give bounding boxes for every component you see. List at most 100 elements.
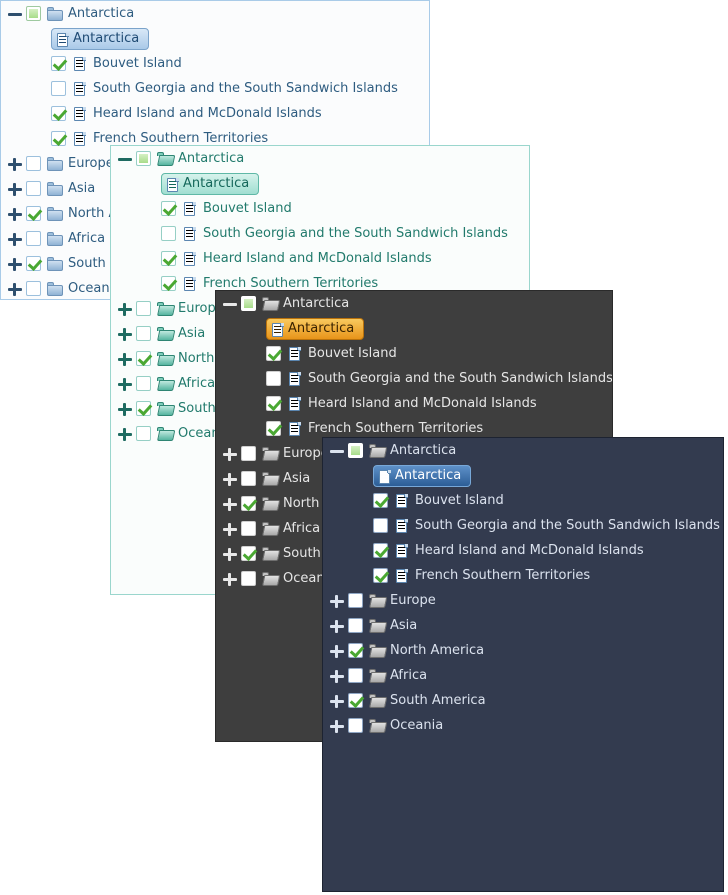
tree-node[interactable]: Bouvet Island	[216, 341, 612, 366]
expand-toggle-icon[interactable]	[329, 593, 345, 609]
checkbox-unchecked[interactable]	[241, 446, 256, 461]
tree-node-label[interactable]: Oceania	[390, 718, 447, 733]
tree-node-label[interactable]: South Georgia and the South Sandwich Isl…	[203, 226, 512, 241]
tree-node[interactable]: Antarctica	[111, 171, 529, 196]
checkbox-unchecked[interactable]	[136, 326, 151, 341]
expand-toggle-icon[interactable]	[117, 326, 133, 342]
expand-toggle-icon[interactable]	[7, 281, 23, 297]
checkbox-unchecked[interactable]	[136, 301, 151, 316]
tree-node-label[interactable]: South Georgia and the South Sandwich Isl…	[93, 81, 402, 96]
tree-node[interactable]: South Georgia and the South Sandwich Isl…	[1, 76, 429, 101]
tree-node[interactable]: Europe	[323, 588, 723, 613]
expand-toggle-icon[interactable]	[117, 376, 133, 392]
checkbox-partial[interactable]	[26, 6, 41, 21]
checkbox-checked[interactable]	[348, 643, 363, 658]
tree-node-label[interactable]: Antarctica	[68, 6, 138, 21]
checkbox-unchecked[interactable]	[136, 376, 151, 391]
tree-node-label[interactable]: Asia	[283, 471, 314, 486]
tree-node-label[interactable]: Africa	[178, 376, 219, 391]
checkbox-unchecked[interactable]	[241, 571, 256, 586]
tree-node[interactable]: South Georgia and the South Sandwich Isl…	[323, 513, 723, 538]
tree-node-label[interactable]: Antarctica	[178, 151, 248, 166]
tree-node[interactable]: Bouvet Island	[111, 196, 529, 221]
checkbox-checked[interactable]	[136, 401, 151, 416]
tree-node-label-selected[interactable]: Antarctica	[161, 172, 260, 195]
tree-node-label[interactable]: Africa	[390, 668, 431, 683]
checkbox-unchecked[interactable]	[26, 156, 41, 171]
tree-node[interactable]: Bouvet Island	[323, 488, 723, 513]
checkbox-unchecked[interactable]	[348, 668, 363, 683]
treeview-panel-dark-navy[interactable]: Antarctica Antarctica Bouvet Island South G…	[322, 437, 724, 892]
tree-node-label[interactable]: Bouvet Island	[93, 56, 186, 71]
expand-toggle-icon[interactable]	[222, 521, 238, 537]
tree-node-label[interactable]: Asia	[68, 181, 99, 196]
tree-node-label[interactable]: Asia	[178, 326, 209, 341]
checkbox-checked[interactable]	[51, 131, 66, 146]
tree-node[interactable]: South America	[323, 688, 723, 713]
expand-toggle-icon[interactable]	[222, 571, 238, 587]
checkbox-checked[interactable]	[51, 106, 66, 121]
checkbox-unchecked[interactable]	[373, 518, 388, 533]
expand-toggle-icon[interactable]	[329, 643, 345, 659]
checkbox-unchecked[interactable]	[26, 231, 41, 246]
checkbox-checked[interactable]	[136, 351, 151, 366]
checkbox-checked[interactable]	[26, 256, 41, 271]
checkbox-checked[interactable]	[161, 201, 176, 216]
tree-node[interactable]: Heard Island and McDonald Islands	[111, 246, 529, 271]
checkbox-unchecked[interactable]	[136, 426, 151, 441]
expand-toggle-icon[interactable]	[7, 256, 23, 272]
tree-node[interactable]: South Georgia and the South Sandwich Isl…	[111, 221, 529, 246]
checkbox-checked[interactable]	[266, 396, 281, 411]
checkbox-unchecked[interactable]	[348, 593, 363, 608]
checkbox-unchecked[interactable]	[241, 471, 256, 486]
tree-node[interactable]: Antarctica	[216, 291, 612, 316]
expand-toggle-icon[interactable]	[329, 668, 345, 684]
tree-node-label[interactable]: Africa	[68, 231, 109, 246]
checkbox-unchecked[interactable]	[26, 181, 41, 196]
expand-toggle-icon[interactable]	[329, 693, 345, 709]
checkbox-unchecked[interactable]	[266, 371, 281, 386]
tree-node-label[interactable]: Africa	[283, 521, 324, 536]
checkbox-unchecked[interactable]	[161, 226, 176, 241]
expand-toggle-icon[interactable]	[329, 718, 345, 734]
expand-toggle-icon[interactable]	[7, 156, 23, 172]
expand-toggle-icon[interactable]	[117, 351, 133, 367]
collapse-toggle-icon[interactable]	[117, 151, 133, 167]
tree-node[interactable]: Africa	[323, 663, 723, 688]
expand-toggle-icon[interactable]	[7, 231, 23, 247]
tree-node-label[interactable]: Bouvet Island	[203, 201, 296, 216]
tree-node-label-selected[interactable]: Antarctica	[373, 464, 472, 487]
expand-toggle-icon[interactable]	[222, 496, 238, 512]
checkbox-checked[interactable]	[161, 251, 176, 266]
tree-node-label[interactable]: North America	[390, 643, 488, 658]
collapse-toggle-icon[interactable]	[329, 443, 345, 459]
tree-node[interactable]: North America	[323, 638, 723, 663]
checkbox-partial[interactable]	[136, 151, 151, 166]
checkbox-checked[interactable]	[373, 543, 388, 558]
expand-toggle-icon[interactable]	[222, 471, 238, 487]
tree-node[interactable]: Antarctica	[216, 316, 612, 341]
tree-node-label[interactable]: Antarctica	[283, 296, 353, 311]
checkbox-partial[interactable]	[241, 296, 256, 311]
tree-node[interactable]: Antarctica	[1, 1, 429, 26]
tree-node[interactable]: Antarctica	[1, 26, 429, 51]
tree-node-label[interactable]: South Georgia and the South Sandwich Isl…	[415, 518, 723, 533]
expand-toggle-icon[interactable]	[222, 446, 238, 462]
tree-node-label-selected[interactable]: Antarctica	[266, 317, 365, 340]
tree-node[interactable]: South Georgia and the South Sandwich Isl…	[216, 366, 612, 391]
tree-node[interactable]: Bouvet Island	[1, 51, 429, 76]
checkbox-checked[interactable]	[266, 346, 281, 361]
tree-node-label[interactable]: Heard Island and McDonald Islands	[308, 396, 541, 411]
checkbox-unchecked[interactable]	[241, 521, 256, 536]
collapse-toggle-icon[interactable]	[7, 6, 23, 22]
tree-node-label[interactable]: French Southern Territories	[93, 131, 272, 146]
tree-node[interactable]: Antarctica	[323, 463, 723, 488]
tree-node-label[interactable]: Heard Island and McDonald Islands	[415, 543, 648, 558]
tree-node-label[interactable]: Bouvet Island	[415, 493, 508, 508]
tree-node-label-selected[interactable]: Antarctica	[51, 27, 150, 50]
checkbox-unchecked[interactable]	[26, 281, 41, 296]
checkbox-unchecked[interactable]	[348, 618, 363, 633]
checkbox-checked[interactable]	[26, 206, 41, 221]
checkbox-checked[interactable]	[161, 276, 176, 291]
checkbox-checked[interactable]	[241, 496, 256, 511]
